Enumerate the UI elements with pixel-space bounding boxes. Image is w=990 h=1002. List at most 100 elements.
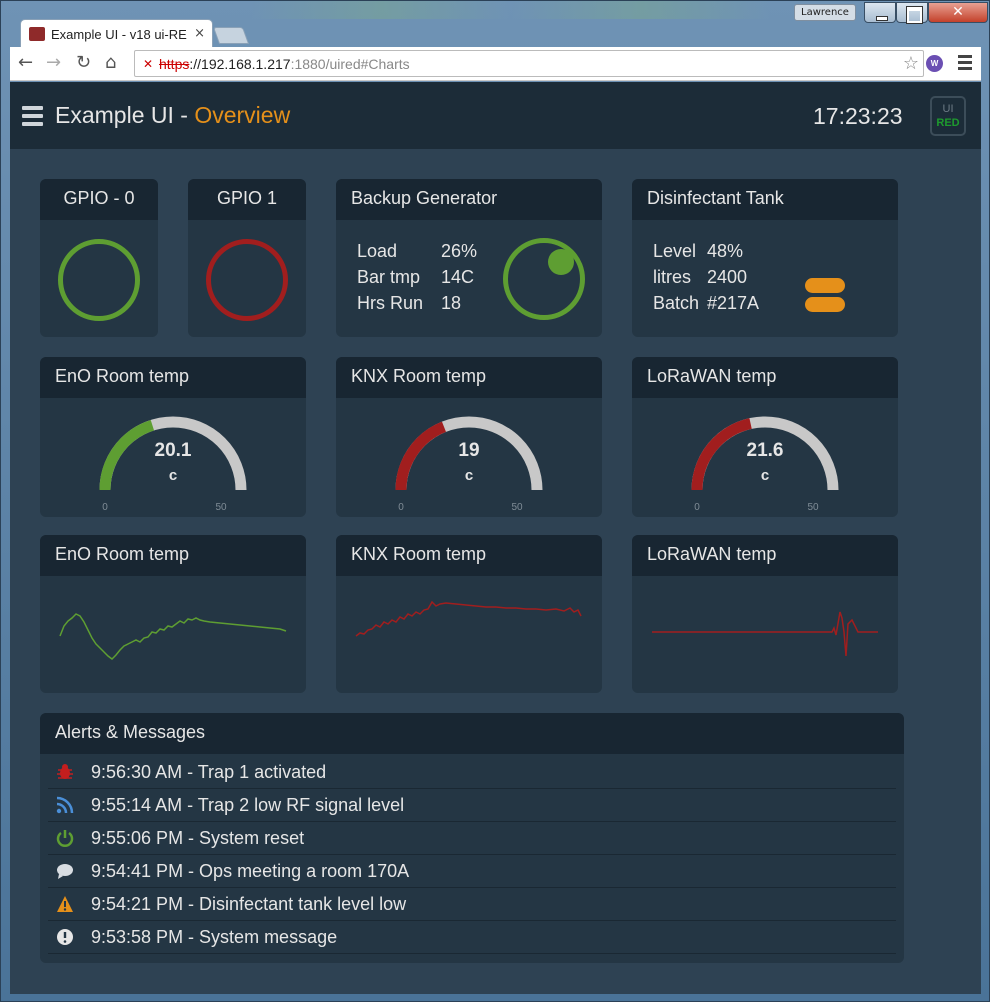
gauge-body: 20.1 c 0 50	[40, 398, 306, 517]
gauge-value: 21.6	[747, 440, 784, 461]
tab-close-icon[interactable]: ×	[194, 26, 205, 41]
clock: 17:23:23	[813, 103, 903, 129]
forward-arrow-icon[interactable]: →	[46, 53, 61, 73]
gauge-value: 19	[458, 440, 479, 461]
gauge-units: c	[169, 467, 177, 484]
alert-row[interactable]: 9:56:30 AM - Trap 1 activated	[48, 756, 896, 789]
user-profile-badge[interactable]: Lawrence	[794, 4, 856, 21]
alert-row[interactable]: 9:54:21 PM - Disinfectant tank level low	[48, 888, 896, 921]
alerts-panel: Alerts & Messages 9:56:30 AM - Trap 1 ac…	[40, 713, 904, 963]
alert-row[interactable]: 9:55:14 AM - Trap 2 low RF signal level	[48, 789, 896, 822]
chart-card-knx: KNX Room temp	[336, 535, 602, 693]
gauge-title: KNX Room temp	[336, 357, 602, 398]
alert-text: 9:54:41 PM - Ops meeting a room 170A	[91, 861, 410, 881]
gauge-body: 21.6 c 0 50	[632, 398, 898, 517]
new-tab-button[interactable]	[212, 27, 250, 44]
window-titlebar: Example UI - v18 ui-RE × Lawrence	[1, 1, 990, 48]
browser-tab[interactable]: Example UI - v18 ui-RE ×	[20, 19, 213, 48]
browser-window: Example UI - v18 ui-RE × Lawrence ← → ↻ …	[0, 0, 990, 1002]
gauge-min-label: 0	[398, 502, 404, 513]
gpio0-title: GPIO - 0	[40, 179, 158, 220]
gauge-card-knx: KNX Room temp 19 c 0 50	[336, 357, 602, 517]
tank-title: Disinfectant Tank	[632, 179, 898, 220]
chart-title: KNX Room temp	[336, 535, 602, 576]
gauge-svg: 21.6 c 0 50	[691, 416, 839, 513]
back-arrow-icon[interactable]: ←	[18, 53, 33, 73]
gpio1-title: GPIO 1	[188, 179, 306, 220]
generator-card: Backup Generator Load 26% Bar tmp 14C Hrs …	[336, 179, 602, 337]
gauge-min-label: 0	[102, 502, 108, 513]
alert-text: 9:55:14 AM - Trap 2 low RF signal level	[91, 795, 405, 815]
tank-top-indicator	[805, 278, 845, 293]
alert-row[interactable]: 9:53:58 PM - System message	[48, 921, 896, 954]
generator-load-row: Load 26%	[357, 241, 478, 261]
alert-row[interactable]: 9:55:06 PM - System reset	[48, 822, 896, 855]
close-window-button[interactable]	[928, 2, 988, 23]
tank-level-row: Level 48%	[653, 241, 744, 261]
reload-icon[interactable]: ↻	[76, 53, 91, 73]
alerts-title: Alerts & Messages	[40, 713, 904, 754]
tank-batch-row: Batch #217A	[653, 293, 760, 313]
warning-icon	[57, 896, 73, 912]
browser-menu-icon[interactable]	[958, 55, 972, 73]
gauge-fill	[395, 421, 447, 491]
lorawan-trend-line[interactable]	[632, 576, 898, 693]
eno-trend-line[interactable]	[40, 576, 306, 693]
gauge-units: c	[465, 467, 473, 484]
alert-text: 9:54:21 PM - Disinfectant tank level low	[91, 894, 407, 914]
gpio1-card: GPIO 1	[188, 179, 306, 337]
gauge-title: LoRaWAN temp	[632, 357, 898, 398]
gauge-max-label: 50	[215, 502, 227, 513]
dashboard-header: Example UI - Overview 17:23:23 UI RED	[10, 82, 981, 149]
background-glow	[251, 1, 771, 19]
favicon-icon	[29, 27, 45, 41]
chart-title: LoRaWAN temp	[632, 535, 898, 576]
gauge-svg: 19 c 0 50	[395, 416, 543, 513]
home-icon[interactable]: ⌂	[105, 53, 116, 73]
tank-bottom-indicator	[805, 297, 845, 312]
tank-litres-row: litres 2400	[653, 267, 748, 287]
gauge-title: EnO Room temp	[40, 357, 306, 398]
bookmark-star-icon[interactable]: ☆	[903, 53, 919, 74]
chart-title: EnO Room temp	[40, 535, 306, 576]
bug-icon	[57, 764, 73, 779]
address-bar[interactable]: ✕ https://192.168.1.217:1880/uired#Chart…	[134, 50, 924, 77]
knx-trend-line[interactable]	[336, 576, 602, 693]
gpio1-status-ring[interactable]	[206, 239, 288, 321]
gpio0-card: GPIO - 0	[40, 179, 158, 337]
tab-title: Example UI - v18 ui-RE	[51, 27, 187, 42]
gauge-max-label: 50	[511, 502, 523, 513]
gauge-units: c	[761, 467, 769, 484]
hamburger-menu-icon[interactable]	[22, 106, 43, 130]
gauge-body: 19 c 0 50	[336, 398, 602, 517]
power-icon	[56, 830, 74, 847]
gauge-card-lorawan: LoRaWAN temp 21.6 c 0 50	[632, 357, 898, 517]
minimize-button[interactable]	[864, 2, 896, 23]
gauge-max-label: 50	[807, 502, 819, 513]
alert-row[interactable]: 9:54:41 PM - Ops meeting a room 170A	[48, 855, 896, 888]
gpio0-status-ring[interactable]	[58, 239, 140, 321]
gauge-min-label: 0	[694, 502, 700, 513]
dashboard: Example UI - Overview 17:23:23 UI RED GP…	[10, 82, 981, 994]
chart-body	[40, 576, 306, 693]
gauge-svg: 20.1 c 0 50	[99, 416, 247, 513]
alert-text: 9:53:58 PM - System message	[91, 927, 338, 947]
generator-title: Backup Generator	[336, 179, 602, 220]
info-icon	[57, 929, 73, 945]
chart-card-eno: EnO Room temp	[40, 535, 306, 693]
url-text: https://192.168.1.217:1880/uired#Charts	[159, 56, 410, 72]
maximize-button[interactable]	[896, 2, 928, 23]
insecure-lock-icon: ✕	[143, 57, 154, 71]
gauge-fill	[691, 418, 752, 491]
rss-icon	[56, 796, 74, 814]
chart-card-lorawan: LoRaWAN temp	[632, 535, 898, 693]
gauge-fill	[99, 419, 155, 491]
browser-toolbar: ← → ↻ ⌂ ✕ https://192.168.1.217:1880/uir…	[10, 47, 981, 81]
tank-card: Disinfectant Tank Level 48% litres 2400 Ba…	[632, 179, 898, 337]
generator-hours-row: Hrs Run 18	[357, 293, 462, 313]
ui-red-logo: UI RED	[930, 96, 966, 136]
gauge-value: 20.1	[155, 440, 192, 461]
gauge-card-eno: EnO Room temp 20.1 c 0 50	[40, 357, 306, 517]
page-title: Example UI - Overview	[55, 102, 291, 128]
extension-icon[interactable]: W	[926, 55, 943, 72]
